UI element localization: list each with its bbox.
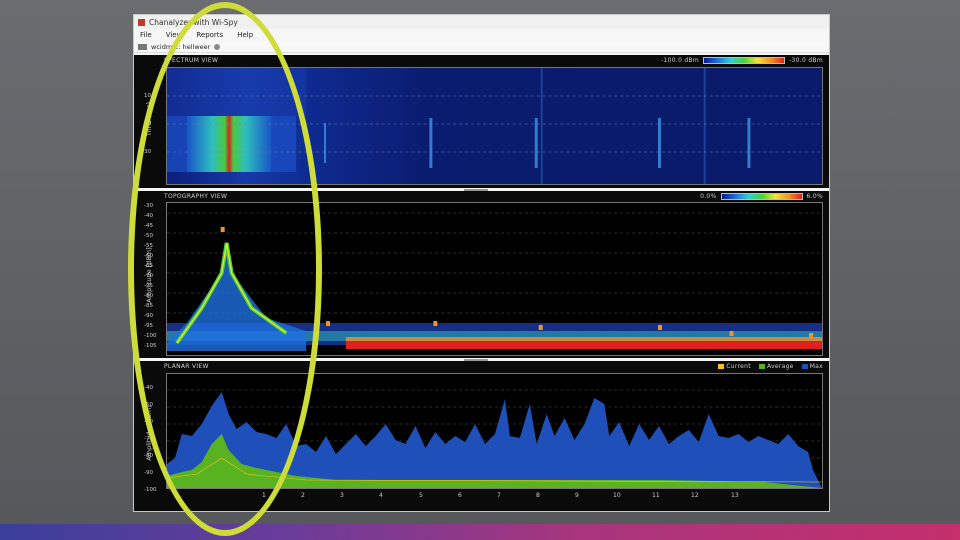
planar-x-tick: 7: [497, 492, 501, 499]
planar-x-tick: 4: [379, 492, 383, 499]
planar-x-tick: 6: [458, 492, 462, 499]
legend-average[interactable]: Average: [758, 362, 794, 370]
planar-x-tick: 8: [536, 492, 540, 499]
legend-current[interactable]: Current: [718, 363, 751, 370]
planar-x-tick: 2: [301, 492, 305, 499]
spectrum-color-scale[interactable]: [703, 56, 786, 64]
planar-x-tick: 9: [575, 492, 579, 499]
planar-x-tick: 5: [419, 492, 423, 499]
network-icon: [138, 43, 147, 50]
planar-y-tick: -100: [144, 487, 157, 493]
app-icon: [138, 18, 145, 26]
legend-swatch: [801, 363, 808, 369]
legend-average-label: Average: [766, 362, 794, 370]
planar-x-tick: 11: [652, 492, 660, 499]
topography-scale-min: 0.0%: [700, 192, 717, 200]
planar-y-tick: -80: [144, 453, 153, 459]
menu-file[interactable]: File: [140, 31, 152, 39]
slide-bottom-strip: [0, 524, 960, 540]
spectrum-scale-max: -30.0 dBm: [789, 56, 823, 64]
legend-swatch: [758, 363, 765, 369]
highlight-ellipse: [128, 2, 322, 536]
planar-x-tick: 3: [340, 492, 344, 499]
legend-current-label: Current: [726, 362, 751, 370]
legend-max-label: Max: [809, 362, 823, 370]
planar-x-tick: 13: [731, 492, 739, 499]
planar-x-tick: 12: [691, 492, 699, 499]
planar-y-tick: -90: [144, 470, 153, 476]
planar-legend: Current Average Max: [718, 363, 823, 370]
planar-x-tick: 10: [613, 492, 621, 499]
legend-swatch: [718, 363, 725, 369]
spectrum-scale-min: -100.0 dBm: [661, 56, 700, 64]
topography-color-scale[interactable]: [720, 192, 803, 200]
legend-max[interactable]: Max: [801, 362, 823, 370]
topography-scale-max: 6.0%: [806, 192, 823, 200]
